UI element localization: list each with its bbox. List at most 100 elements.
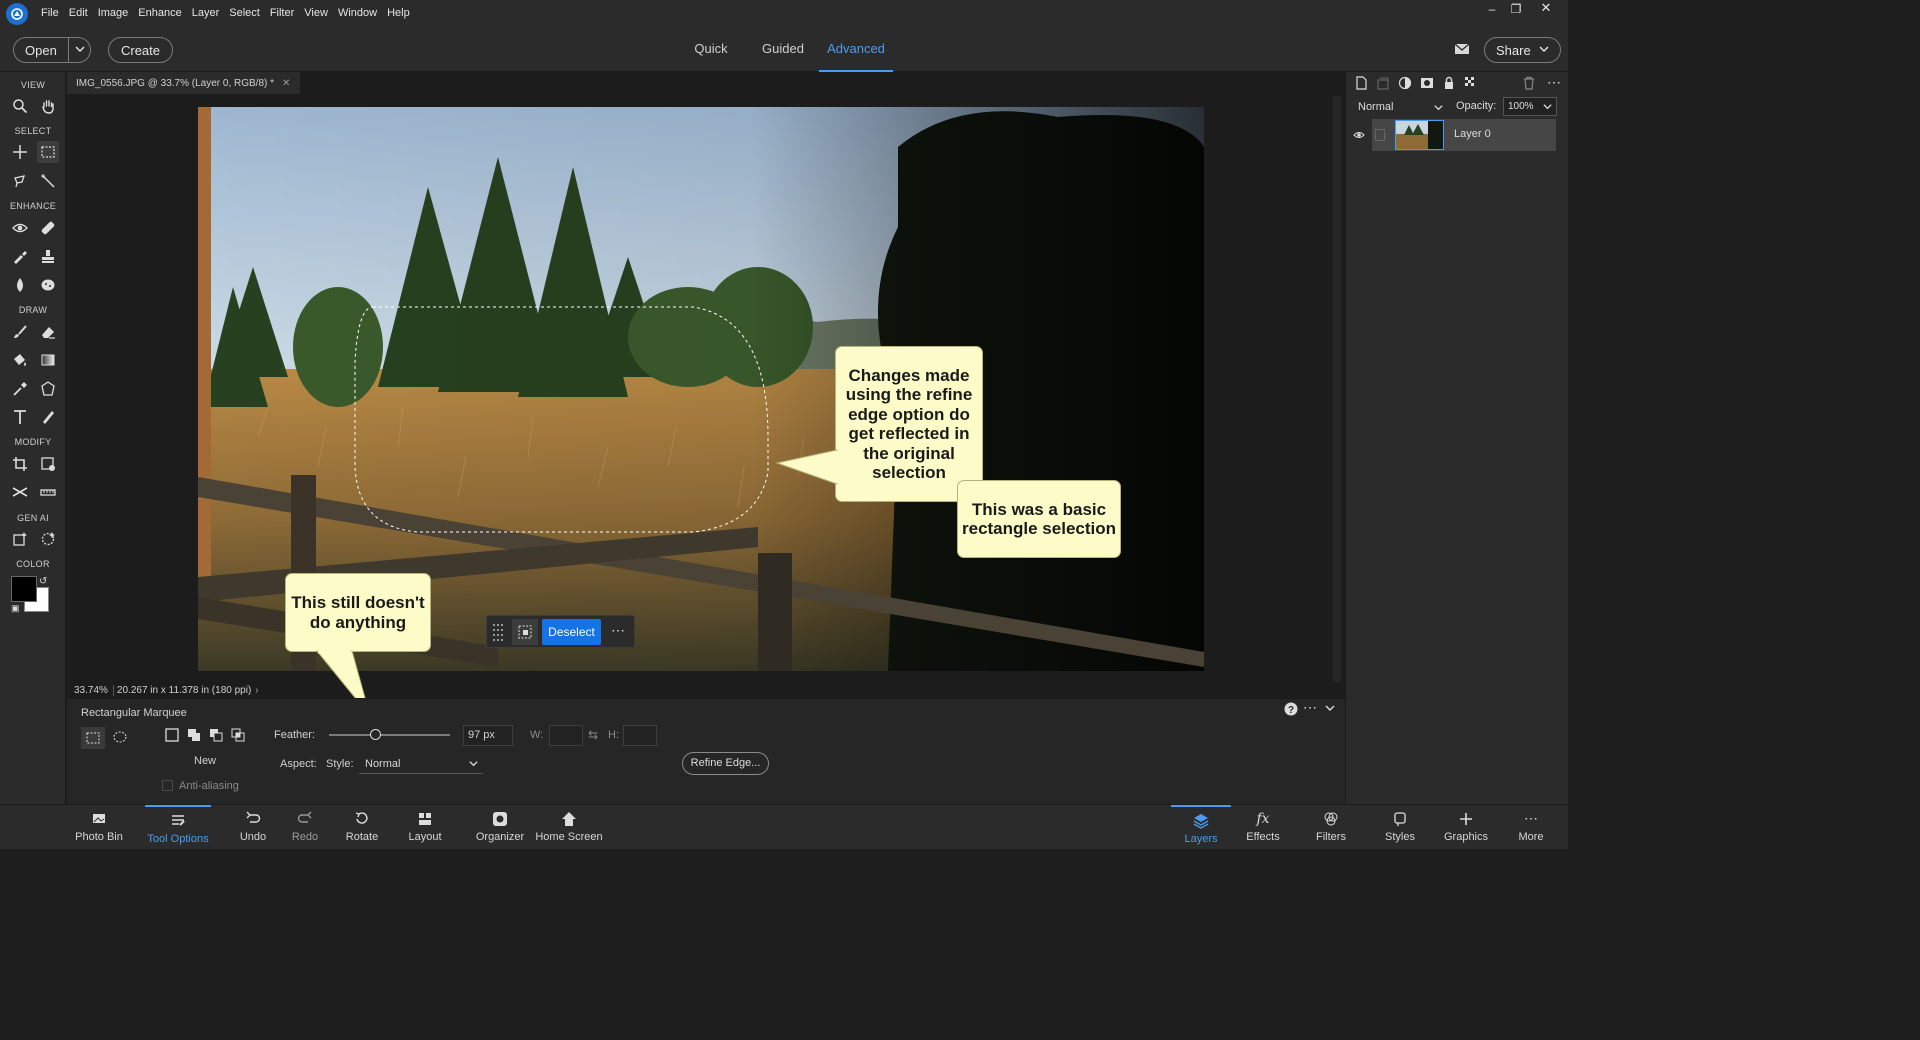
menu-filter[interactable]: Filter — [265, 0, 299, 27]
photo-bin-button[interactable]: Photo Bin — [70, 805, 128, 850]
recompose-tool-icon[interactable] — [37, 453, 59, 475]
menu-enhance[interactable]: Enhance — [133, 0, 186, 27]
vertical-scrollbar[interactable] — [1333, 96, 1341, 682]
pencil-tool-icon[interactable] — [37, 406, 59, 428]
layout-button[interactable]: Layout — [403, 805, 447, 850]
home-screen-button[interactable]: Home Screen — [535, 805, 603, 850]
generative-remove-tool-icon[interactable] — [37, 528, 59, 550]
hand-tool-icon[interactable] — [37, 95, 59, 117]
app-logo-icon[interactable] — [6, 2, 28, 25]
tab-advanced[interactable]: Advanced — [819, 27, 893, 72]
filters-button[interactable]: Filters — [1308, 805, 1354, 850]
sponge-tool-icon[interactable] — [37, 274, 59, 296]
menu-window[interactable]: Window — [333, 0, 382, 27]
eraser-tool-icon[interactable] — [37, 321, 59, 343]
organizer-button[interactable]: Organizer — [473, 805, 527, 850]
styles-button[interactable]: Styles — [1378, 805, 1422, 850]
swap-colors-icon[interactable]: ↺ — [39, 576, 47, 587]
graphics-button[interactable]: Graphics — [1441, 805, 1491, 850]
create-button[interactable]: Create — [108, 37, 173, 63]
default-colors-icon[interactable]: ▣ — [11, 603, 20, 614]
layer-visibility-eye-icon[interactable] — [1353, 129, 1365, 143]
effects-button[interactable]: fx Effects — [1240, 805, 1286, 850]
lock-icon[interactable] — [1442, 76, 1458, 92]
modify-selection-icon[interactable] — [512, 619, 538, 645]
type-tool-icon[interactable] — [9, 406, 31, 428]
blend-mode-select[interactable]: Normal — [1356, 99, 1446, 117]
ellipse-marquee-option-icon[interactable] — [113, 730, 127, 747]
eyedropper-tool-icon[interactable] — [9, 378, 31, 400]
smart-brush-tool-icon[interactable] — [9, 245, 31, 267]
menu-select[interactable]: Select — [224, 0, 265, 27]
style-select[interactable]: Normal — [359, 754, 483, 774]
document-tab[interactable]: IMG_0556.JPG @ 33.7% (Layer 0, RGB/8) * … — [67, 72, 301, 94]
layer-row[interactable]: Layer 0 — [1372, 119, 1556, 151]
red-eye-tool-icon[interactable] — [9, 217, 31, 239]
redo-button[interactable]: Redo — [285, 805, 325, 850]
intersect-selection-icon[interactable] — [231, 728, 245, 745]
spot-healing-tool-icon[interactable] — [37, 217, 59, 239]
new-layer-icon[interactable] — [1354, 76, 1370, 92]
tab-quick[interactable]: Quick — [686, 27, 736, 72]
grip-icon[interactable] — [491, 622, 503, 645]
layer-link-icon[interactable] — [1375, 129, 1385, 141]
open-dropdown-chevron-icon[interactable] — [69, 43, 86, 58]
opacity-select[interactable]: 100% — [1503, 97, 1557, 116]
clone-stamp-tool-icon[interactable] — [37, 245, 59, 267]
delete-layer-icon[interactable] — [1522, 76, 1538, 92]
zoom-tool-icon[interactable] — [9, 95, 31, 117]
new-selection-icon[interactable] — [165, 728, 179, 745]
foreground-color-swatch[interactable] — [11, 576, 37, 602]
collapse-chevron-icon[interactable] — [1324, 702, 1336, 717]
subtract-from-selection-icon[interactable] — [209, 728, 223, 745]
content-aware-move-tool-icon[interactable] — [9, 481, 31, 503]
adjustment-layer-icon[interactable] — [1398, 76, 1414, 92]
generative-fill-tool-icon[interactable] — [9, 528, 31, 550]
menu-help[interactable]: Help — [382, 0, 415, 27]
custom-shape-tool-icon[interactable] — [37, 378, 59, 400]
feather-input[interactable]: 97 px — [463, 725, 513, 746]
minimize-icon[interactable]: – — [1480, 1, 1504, 17]
layers-button[interactable]: Layers — [1171, 805, 1231, 850]
move-tool-icon[interactable] — [9, 141, 31, 163]
mail-icon[interactable] — [1454, 42, 1470, 59]
help-icon[interactable]: ? — [1284, 702, 1298, 719]
straighten-tool-icon[interactable] — [37, 481, 59, 503]
more-button[interactable]: ⋯ More — [1511, 805, 1551, 850]
more-options-icon[interactable]: ⋯ — [611, 622, 625, 639]
restore-icon[interactable]: ❐ — [1504, 1, 1528, 17]
options-more-icon[interactable]: ⋯ — [1303, 699, 1317, 716]
new-group-icon[interactable] — [1376, 76, 1392, 92]
crop-tool-icon[interactable] — [9, 453, 31, 475]
panel-more-icon[interactable]: ⋯ — [1547, 74, 1563, 90]
paint-bucket-tool-icon[interactable] — [9, 349, 31, 371]
height-input[interactable] — [623, 725, 657, 746]
refine-edge-button[interactable]: Refine Edge... — [682, 752, 769, 775]
rectangular-marquee-tool-icon[interactable] — [37, 141, 59, 163]
zoom-level[interactable]: 33.74% — [74, 685, 114, 696]
rectangle-marquee-option-icon[interactable] — [81, 727, 105, 749]
menu-layer[interactable]: Layer — [187, 0, 225, 27]
tool-options-button[interactable]: Tool Options — [145, 805, 211, 850]
lock-transparency-icon[interactable] — [1464, 76, 1480, 92]
swap-dimensions-icon[interactable]: ⇆ — [588, 728, 598, 742]
feather-slider-track[interactable] — [329, 734, 450, 736]
open-button[interactable]: Open — [14, 43, 68, 58]
layer-mask-icon[interactable] — [1420, 76, 1436, 92]
blur-tool-icon[interactable] — [9, 274, 31, 296]
deselect-button[interactable]: Deselect — [542, 619, 601, 645]
share-button[interactable]: Share — [1484, 37, 1561, 63]
add-to-selection-icon[interactable] — [187, 728, 201, 745]
lasso-tool-icon[interactable] — [9, 170, 31, 192]
menu-file[interactable]: File — [36, 0, 64, 27]
gradient-tool-icon[interactable] — [37, 349, 59, 371]
menu-image[interactable]: Image — [93, 0, 134, 27]
brush-tool-icon[interactable] — [9, 321, 31, 343]
close-icon[interactable]: ✕ — [1534, 0, 1558, 16]
magic-wand-tool-icon[interactable] — [37, 170, 59, 192]
status-chevron-icon[interactable]: › — [255, 685, 258, 696]
menu-view[interactable]: View — [299, 0, 333, 27]
close-document-icon[interactable]: ✕ — [282, 78, 290, 89]
anti-aliasing-checkbox[interactable] — [162, 780, 173, 791]
undo-button[interactable]: Undo — [231, 805, 275, 850]
